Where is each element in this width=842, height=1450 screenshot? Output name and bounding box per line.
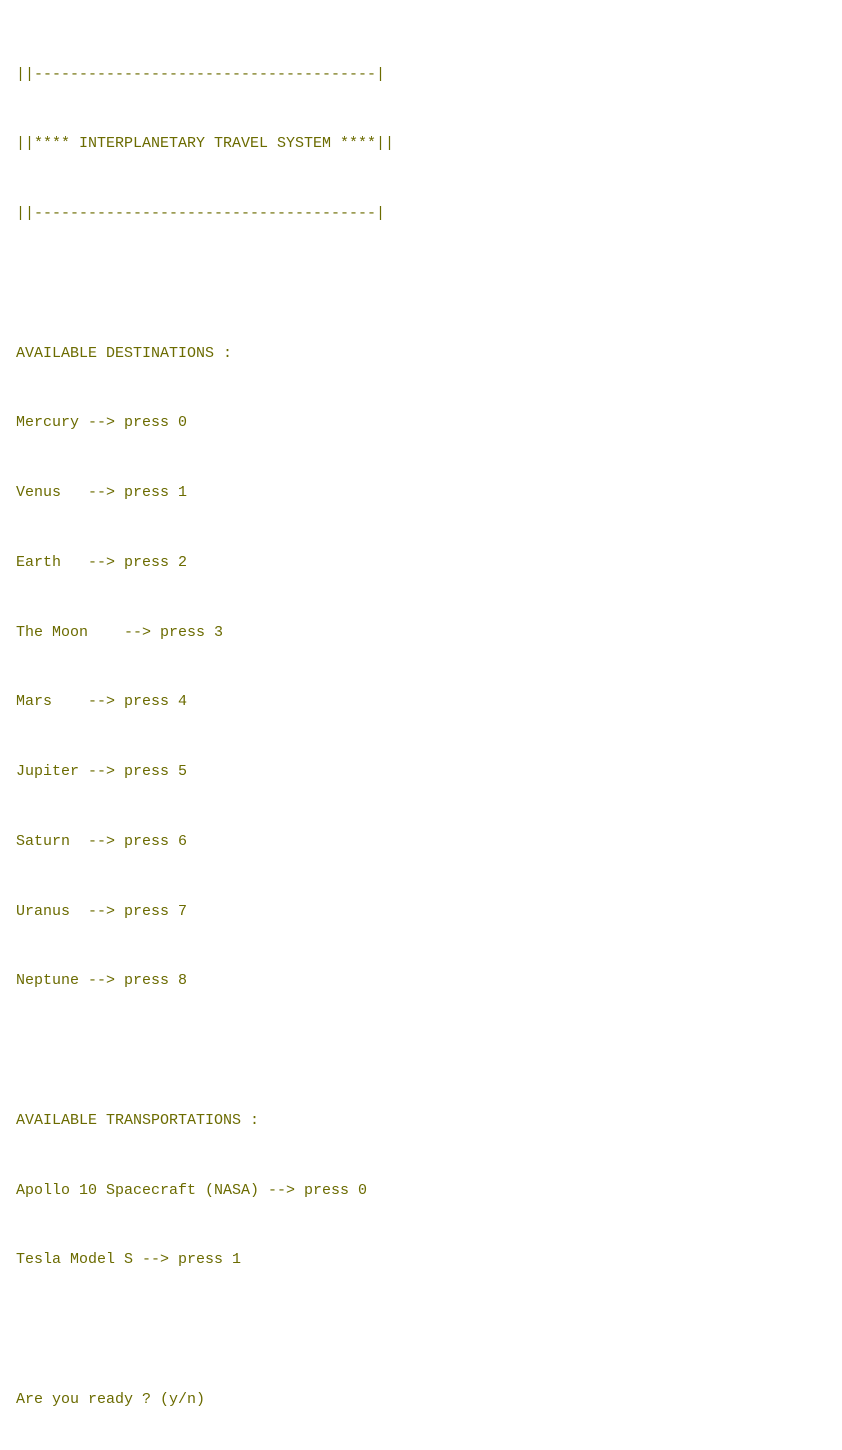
ready-prompt[interactable]: Are you ready ? (y/n) bbox=[16, 1388, 826, 1411]
border-bottom: ||--------------------------------------… bbox=[16, 202, 826, 225]
destination-jupiter: Jupiter --> press 5 bbox=[16, 760, 826, 783]
border-top: ||--------------------------------------… bbox=[16, 63, 826, 86]
title-line: ||**** INTERPLANETARY TRAVEL SYSTEM ****… bbox=[16, 132, 826, 155]
destinations-header: AVAILABLE DESTINATIONS : bbox=[16, 342, 826, 365]
spacer-3 bbox=[16, 1318, 826, 1341]
transportation-tesla: Tesla Model S --> press 1 bbox=[16, 1248, 826, 1271]
terminal-output: ||--------------------------------------… bbox=[16, 16, 826, 1434]
spacer-1 bbox=[16, 272, 826, 295]
transportations-header: AVAILABLE TRANSPORTATIONS : bbox=[16, 1109, 826, 1132]
destination-neptune: Neptune --> press 8 bbox=[16, 969, 826, 992]
destination-mars: Mars --> press 4 bbox=[16, 690, 826, 713]
destination-mercury: Mercury --> press 0 bbox=[16, 411, 826, 434]
destination-saturn: Saturn --> press 6 bbox=[16, 830, 826, 853]
destination-moon: The Moon --> press 3 bbox=[16, 621, 826, 644]
destination-earth: Earth --> press 2 bbox=[16, 551, 826, 574]
destination-venus: Venus --> press 1 bbox=[16, 481, 826, 504]
destination-uranus: Uranus --> press 7 bbox=[16, 900, 826, 923]
spacer-2 bbox=[16, 1039, 826, 1062]
transportation-apollo: Apollo 10 Spacecraft (NASA) --> press 0 bbox=[16, 1179, 826, 1202]
